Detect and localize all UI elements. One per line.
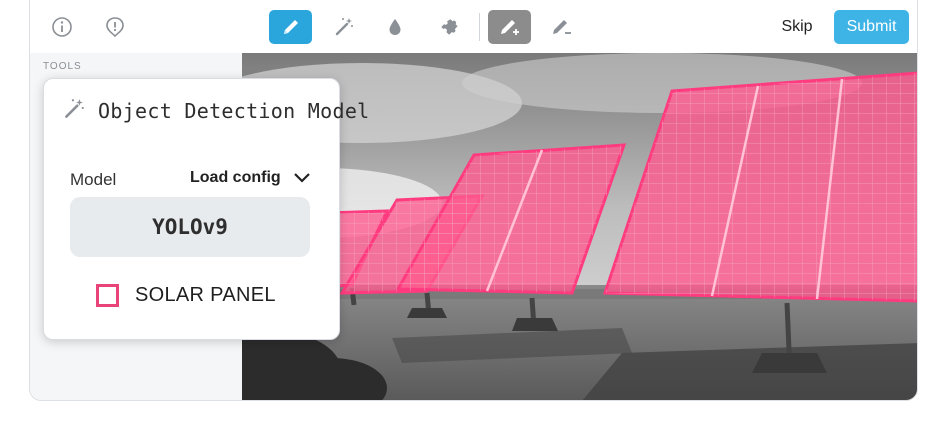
skip-button[interactable]: Skip xyxy=(775,10,819,44)
popup-title: Object Detection Model xyxy=(98,99,370,123)
tools-section-label: TOOLS xyxy=(43,61,82,72)
object-detection-model-popup: Object Detection Model Model Load config… xyxy=(43,78,369,340)
pencil-plus-icon xyxy=(500,20,519,35)
magic-wand-tool-button[interactable] xyxy=(322,10,365,44)
toolbar-separator xyxy=(479,13,480,41)
pencil-tool-button[interactable] xyxy=(269,10,312,44)
chevron-down-icon xyxy=(293,173,310,183)
magic-wand-icon xyxy=(62,97,86,126)
label-option-solar-panel[interactable]: SOLAR PANEL xyxy=(96,284,276,307)
toolbar: Skip Submit xyxy=(30,0,917,53)
load-config-dropdown[interactable]: Load config xyxy=(190,169,311,187)
alert-button[interactable] xyxy=(93,10,136,44)
pencil-plus-tool-button[interactable] xyxy=(488,10,531,44)
submit-button[interactable]: Submit xyxy=(834,10,909,44)
puzzle-tool-button[interactable] xyxy=(425,10,468,44)
pencil-minus-tool-button[interactable] xyxy=(540,10,583,44)
droplet-icon xyxy=(389,19,400,35)
info-icon xyxy=(51,17,72,37)
label-text: SOLAR PANEL xyxy=(135,284,276,306)
pencil-minus-icon xyxy=(552,20,571,34)
model-label: Model xyxy=(70,170,117,189)
droplet-tool-button[interactable] xyxy=(373,10,416,44)
alert-icon xyxy=(105,17,124,38)
label-checkbox[interactable] xyxy=(96,284,119,307)
puzzle-icon xyxy=(440,19,458,35)
pencil-icon xyxy=(283,20,298,34)
magic-wand-icon xyxy=(335,18,353,36)
model-select[interactable]: YOLOv9 xyxy=(70,197,310,257)
load-config-label: Load config xyxy=(190,169,281,186)
info-button[interactable] xyxy=(40,10,83,44)
